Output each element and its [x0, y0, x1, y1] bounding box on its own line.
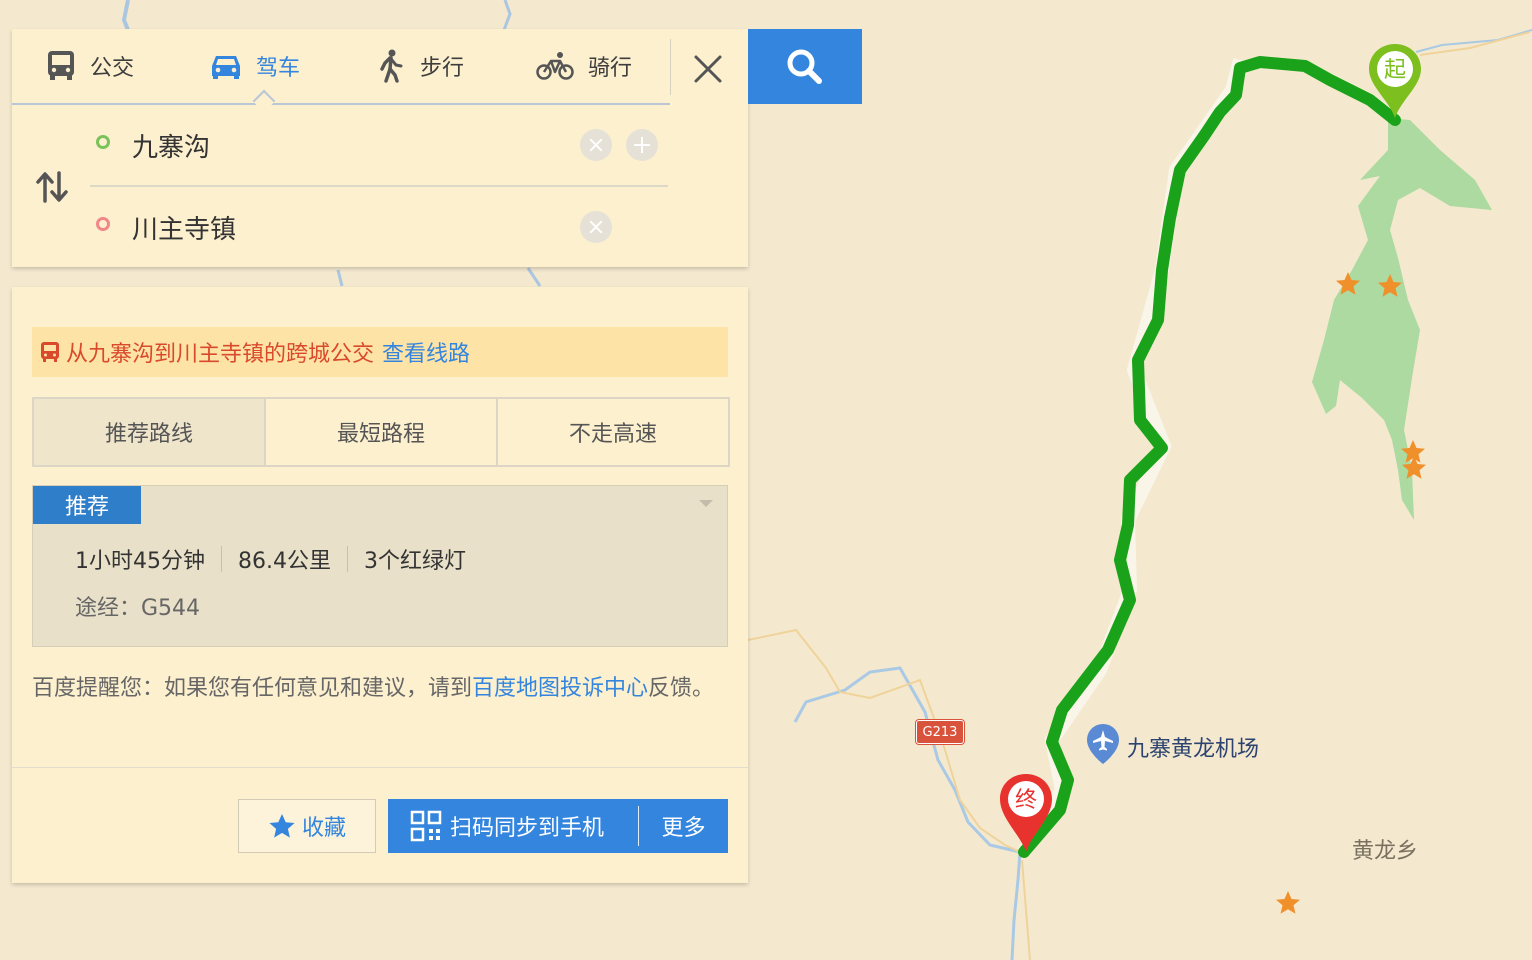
tab-bike[interactable]: 骑行	[536, 29, 632, 103]
plan-via: 途经：G544	[75, 596, 201, 621]
end-input-row[interactable]: 川主寺镇	[96, 197, 668, 257]
tab-drive[interactable]: 驾车	[210, 29, 300, 103]
divider	[12, 767, 748, 768]
tab-bus[interactable]: 公交	[46, 29, 134, 103]
stat-separator	[347, 546, 348, 572]
start-dot-icon	[96, 135, 110, 149]
scan-sync-label: 扫码同步到手机	[450, 816, 605, 841]
bus-icon	[48, 51, 74, 80]
favorite-label: 收藏	[301, 816, 346, 841]
complaint-center-link[interactable]: 百度地图投诉中心	[472, 676, 648, 701]
end-dot-icon	[96, 217, 110, 231]
sync-to-phone-group: 扫码同步到手机 更多	[388, 799, 728, 853]
chevron-down-icon[interactable]	[699, 500, 713, 507]
swap-icon[interactable]	[34, 169, 70, 205]
clear-start-button[interactable]	[580, 129, 612, 161]
bus-icon	[41, 342, 59, 362]
transport-mode-tabs: 公交 驾车 步行 骑行	[12, 29, 670, 105]
route-preference-tabs: 推荐路线 最短路程 不走高速	[32, 397, 730, 467]
tab-drive-label: 驾车	[256, 56, 301, 81]
start-input[interactable]: 九寨沟	[132, 127, 210, 164]
more-button[interactable]: 更多	[639, 799, 728, 853]
tab-bike-label: 骑行	[588, 56, 633, 81]
search-icon	[787, 49, 822, 84]
tab-recommended[interactable]: 推荐路线	[34, 399, 266, 465]
plan-traffic-lights: 3个红绿灯	[364, 549, 466, 574]
car-icon	[212, 56, 240, 79]
end-marker[interactable]: 终	[998, 772, 1054, 856]
tab-bus-label: 公交	[90, 56, 135, 81]
tab-no-highway[interactable]: 不走高速	[498, 399, 728, 465]
input-divider	[90, 185, 668, 187]
tip-prefix: 百度提醒您：如果您有任何意见和建议，请到	[32, 676, 473, 701]
intercity-bus-banner[interactable]: 从九寨沟到川主寺镇的跨城公交 查看线路	[32, 327, 728, 377]
end-marker-label: 终	[1015, 788, 1037, 813]
close-icon[interactable]	[688, 49, 728, 89]
add-waypoint-button[interactable]	[626, 129, 658, 161]
end-input[interactable]: 川主寺镇	[132, 209, 236, 246]
bus-banner-text: 从九寨沟到川主寺镇的跨城公交	[66, 342, 375, 367]
recommended-badge: 推荐	[33, 486, 141, 524]
plan-distance: 86.4公里	[238, 549, 331, 574]
scan-sync-button[interactable]: 扫码同步到手机	[388, 799, 638, 853]
tab-shortest[interactable]: 最短路程	[266, 399, 498, 465]
start-marker-label: 起	[1384, 58, 1406, 83]
stat-separator	[221, 546, 222, 572]
walk-icon	[380, 49, 403, 83]
star-icon	[269, 814, 295, 838]
plan-stats: 1小时45分钟 86.4公里 3个红绿灯	[75, 544, 466, 574]
search-button[interactable]	[748, 29, 862, 104]
divider	[670, 39, 671, 95]
tab-walk-label: 步行	[420, 56, 465, 81]
airport-label[interactable]: 九寨黄龙机场	[1127, 731, 1259, 763]
tab-walk[interactable]: 步行	[374, 29, 464, 103]
route-search-card: 公交 驾车 步行 骑行 九寨沟 川主寺镇	[12, 29, 748, 267]
bike-icon	[536, 52, 574, 80]
airplane-icon[interactable]	[1084, 722, 1122, 766]
feedback-tip: 百度提醒您：如果您有任何意见和建议，请到百度地图投诉中心反馈。	[32, 669, 732, 709]
route-result-panel: 从九寨沟到川主寺镇的跨城公交 查看线路 推荐路线 最短路程 不走高速 推荐 1小…	[12, 287, 748, 883]
route-plan-card[interactable]: 推荐 1小时45分钟 86.4公里 3个红绿灯 途经：G544	[32, 485, 728, 647]
start-input-row[interactable]: 九寨沟	[96, 115, 668, 175]
road-shield-g213: G213	[915, 719, 965, 745]
start-marker[interactable]: 起	[1367, 42, 1423, 122]
town-label: 黄龙乡	[1352, 839, 1419, 864]
view-bus-route-link[interactable]: 查看线路	[382, 336, 470, 368]
tip-suffix: 反馈。	[648, 676, 715, 701]
plan-duration: 1小时45分钟	[75, 549, 205, 574]
favorite-button[interactable]: 收藏	[238, 799, 376, 853]
qr-code-icon	[410, 810, 442, 842]
button-separator	[638, 806, 639, 846]
clear-end-button[interactable]	[580, 211, 612, 243]
